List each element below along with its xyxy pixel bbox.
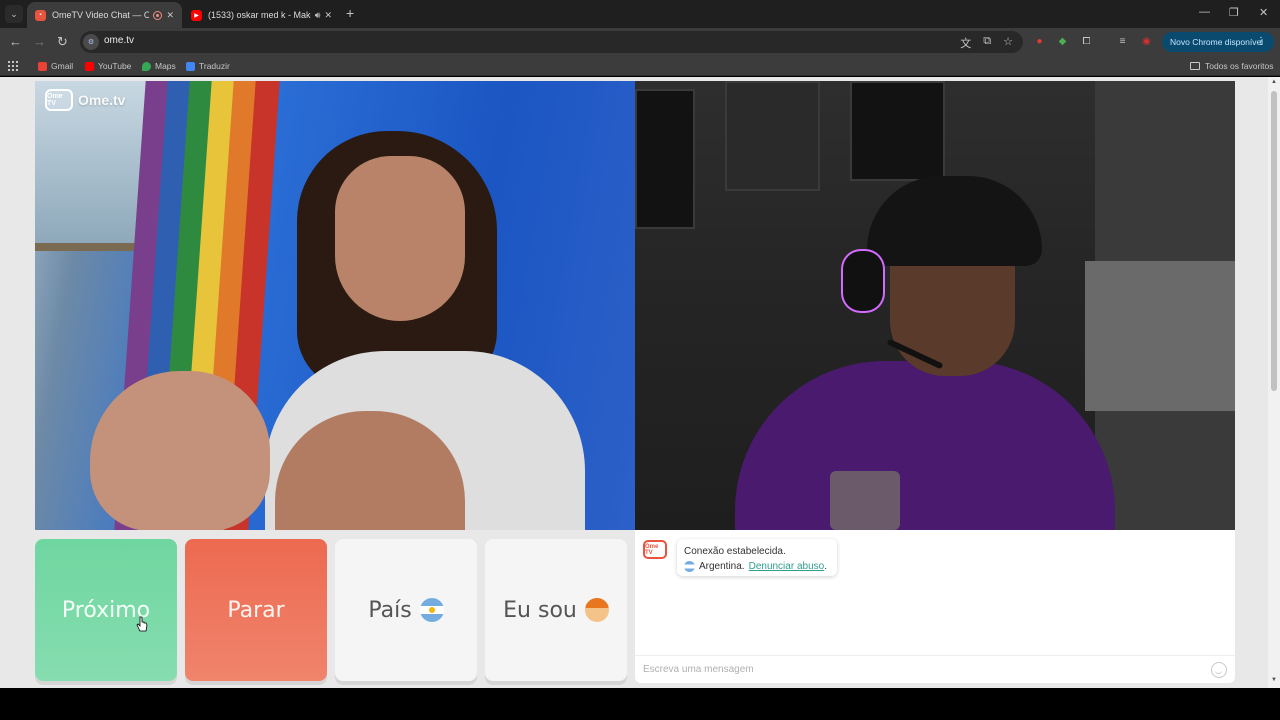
- youtube-favicon-icon: ▶: [191, 9, 202, 21]
- update-label: Novo Chrome disponível: [1170, 37, 1264, 47]
- person-face: [335, 156, 465, 321]
- new-tab-button[interactable]: +: [346, 6, 354, 20]
- report-abuse-link[interactable]: Denunciar abuso: [749, 561, 825, 572]
- bookmark-label: Maps: [155, 61, 176, 71]
- country-text: Argentina.: [699, 561, 745, 572]
- bookmark-label: YouTube: [98, 61, 132, 71]
- country-button[interactable]: País: [335, 539, 477, 681]
- tab-title: OmeTV Video Chat — Omegle: [52, 10, 150, 20]
- reload-icon[interactable]: ↻: [57, 34, 68, 50]
- person-shirt: [735, 361, 1115, 530]
- ometv-app: Ome TV Ome.tv Próximo Parar País Eu sou …: [35, 81, 1235, 683]
- stop-label: Parar: [227, 597, 285, 623]
- extension-red-icon[interactable]: ●: [1033, 35, 1046, 48]
- headset-band: [867, 176, 1042, 266]
- wall-poster: [850, 81, 945, 181]
- shirt-print: [830, 471, 900, 530]
- self-video: [635, 81, 1235, 530]
- page-viewport: Ome TV Ome.tv Próximo Parar País Eu sou …: [0, 77, 1280, 688]
- mouse-cursor-icon: [136, 616, 148, 632]
- speaker-icon[interactable]: 🔊︎: [315, 10, 321, 21]
- tab-ometv[interactable]: ▪ OmeTV Video Chat — Omegle ✕: [27, 2, 182, 28]
- logo-text: Ome.tv: [78, 92, 126, 108]
- recording-icon: [153, 10, 163, 20]
- bookmark-youtube[interactable]: YouTube: [85, 61, 131, 71]
- ometv-favicon-icon: ▪: [35, 9, 46, 21]
- message-placeholder: Escreva uma mensagem: [643, 664, 754, 675]
- minimize-icon[interactable]: —: [1199, 6, 1210, 18]
- message-input[interactable]: Escreva uma mensagem: [635, 655, 1235, 683]
- person-hand: [90, 371, 270, 530]
- next-button[interactable]: Próximo: [35, 539, 177, 681]
- ometv-chat-icon: Ome TV: [643, 540, 667, 559]
- apps-grid-icon[interactable]: [8, 61, 18, 71]
- bookmark-gmail[interactable]: Gmail: [38, 61, 73, 71]
- gender-label: Eu sou: [503, 597, 577, 623]
- all-bookmarks-label: Todos os favoritos: [1205, 61, 1274, 71]
- tab-youtube[interactable]: ▶ (1533) oskar med k - Make 🔊︎ ✕: [183, 2, 340, 28]
- country-label: País: [368, 597, 412, 623]
- browser-toolbar: ← → ↻ ⚙ ome.tv 文 ⧉ ☆ ● ◆ ⧠ ≡ ◉ Novo Chro…: [0, 28, 1280, 56]
- period: .: [824, 561, 827, 572]
- bookmark-star-icon[interactable]: ☆: [1003, 35, 1013, 51]
- bookmark-maps[interactable]: Maps: [142, 61, 176, 71]
- wall-poster: [635, 89, 695, 229]
- translate-icon[interactable]: 文: [960, 35, 971, 51]
- maps-icon: [142, 61, 151, 71]
- translate-bookmark-icon: [186, 61, 195, 71]
- address-bar[interactable]: ⚙ ome.tv 文 ⧉ ☆: [80, 31, 1023, 53]
- page-scrollbar[interactable]: ▲ ▼: [1268, 77, 1280, 688]
- chat-panel: Ome TV Conexão estabelecida. Argentina. …: [635, 530, 1235, 683]
- site-info-icon[interactable]: ⚙: [83, 34, 99, 50]
- gender-button[interactable]: Eu sou: [485, 539, 627, 681]
- restore-icon[interactable]: ❐: [1229, 6, 1239, 19]
- connection-status: Conexão estabelecida.: [684, 546, 786, 557]
- tab-strip: ⌄ ▪ OmeTV Video Chat — Omegle ✕ ▶ (1533)…: [0, 0, 1280, 28]
- argentina-flag-icon: [419, 598, 444, 622]
- bookmarks-bar: Gmail YouTube Maps Traduzir Todos os fav…: [0, 56, 1280, 76]
- chrome-update-button[interactable]: Novo Chrome disponível ⋮: [1162, 32, 1274, 52]
- scroll-down-icon[interactable]: ▼: [1271, 677, 1277, 683]
- bookmark-label: Traduzir: [199, 61, 230, 71]
- url-text[interactable]: ome.tv: [104, 35, 134, 46]
- tab-title: (1533) oskar med k - Make: [208, 10, 311, 20]
- forward-icon[interactable]: →: [33, 34, 46, 50]
- boy-emoji-icon: [584, 598, 609, 622]
- youtube-icon: [85, 61, 94, 71]
- bookmark-traduzir[interactable]: Traduzir: [186, 61, 230, 71]
- scroll-thumb[interactable]: [1271, 91, 1277, 391]
- stranger-video: Ome TV Ome.tv: [35, 81, 635, 530]
- back-icon[interactable]: ←: [9, 34, 22, 50]
- scroll-up-icon[interactable]: ▲: [1271, 79, 1277, 85]
- argentina-flag-icon: [684, 561, 695, 572]
- tab-search-icon[interactable]: ⌄: [5, 5, 23, 23]
- bookmark-label: Gmail: [51, 61, 74, 71]
- background-shelf: [1085, 261, 1235, 411]
- emoji-icon[interactable]: [1211, 662, 1227, 678]
- media-controls-icon[interactable]: ≡: [1116, 35, 1129, 48]
- tv-logo-icon: Ome TV: [45, 89, 73, 111]
- close-tab-icon[interactable]: ✕: [166, 10, 174, 21]
- ometv-logo: Ome TV Ome.tv: [45, 89, 125, 111]
- folder-icon: [1190, 62, 1200, 70]
- extensions-puzzle-icon[interactable]: ⧠: [1080, 35, 1093, 48]
- system-message: Conexão estabelecida. Argentina. Denunci…: [677, 539, 837, 576]
- stop-button[interactable]: Parar: [185, 539, 327, 681]
- screen-bottom: [0, 688, 1280, 720]
- all-bookmarks-folder[interactable]: Todos os favoritos: [1190, 61, 1274, 71]
- menu-dots-icon[interactable]: ⋮: [1256, 36, 1266, 47]
- headset-earcup: [843, 251, 883, 311]
- profile-avatar-icon[interactable]: ◉: [1140, 35, 1153, 48]
- gmail-icon: [38, 61, 47, 71]
- close-window-icon[interactable]: ✕: [1259, 6, 1268, 19]
- wall-poster: [725, 81, 820, 191]
- extension-green-icon[interactable]: ◆: [1056, 35, 1069, 48]
- cast-icon[interactable]: ⧉: [983, 35, 991, 51]
- close-tab-icon[interactable]: ✕: [324, 10, 332, 21]
